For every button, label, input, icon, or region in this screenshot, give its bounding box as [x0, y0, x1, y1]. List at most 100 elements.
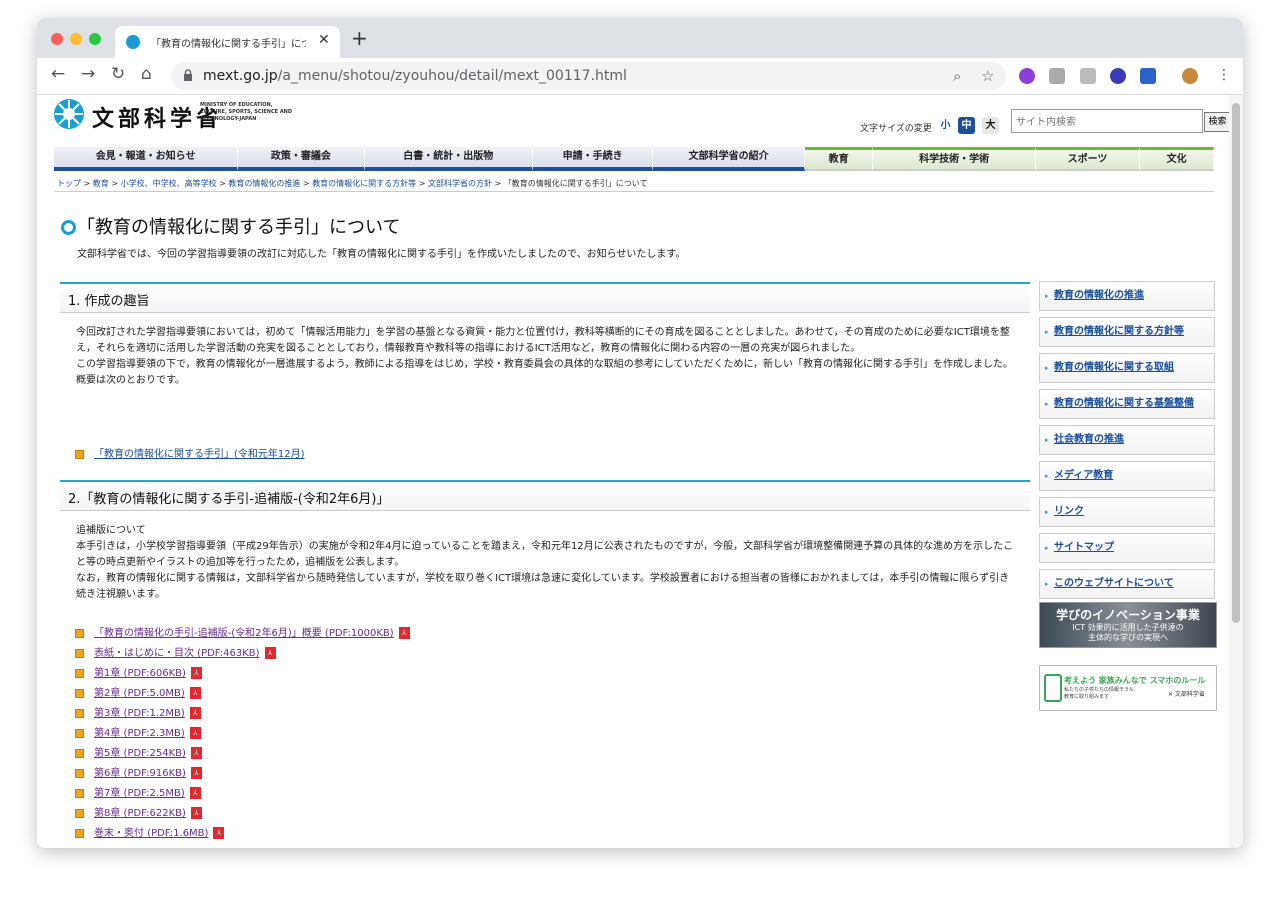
avatar[interactable]: [1182, 68, 1198, 84]
sidebar-item[interactable]: ▸ サイトマップ: [1039, 533, 1215, 563]
sidebar-link[interactable]: サイトマップ: [1054, 534, 1114, 562]
sidebar-link[interactable]: このウェブサイトについて: [1054, 570, 1174, 598]
bullet-icon: [75, 748, 84, 758]
maximize-window-button[interactable]: [89, 33, 101, 45]
search-button[interactable]: 検索: [1204, 112, 1231, 132]
font-size-large-button[interactable]: 大: [982, 117, 999, 134]
lock-icon: [184, 69, 192, 81]
pdf-icon: ⅄: [190, 747, 202, 759]
minimize-window-button[interactable]: [70, 33, 82, 45]
breadcrumb-link[interactable]: 教育の情報化に関する方針等: [312, 179, 416, 188]
bullet-icon: [75, 788, 84, 798]
tab-strip: 「教育の情報化に関する手引」について ✕ +: [37, 18, 1243, 58]
sidebar-item[interactable]: ▸ 教育の情報化に関する方針等: [1039, 317, 1215, 347]
sidebar-item[interactable]: ▸ メディア教育: [1039, 461, 1215, 491]
pdf-link[interactable]: 表紙・はじめに・目次 (PDF:463KB): [94, 648, 260, 659]
site-search-input[interactable]: [1012, 112, 1200, 133]
gnav-whitepaper[interactable]: 白書・統計・出版物: [364, 147, 533, 171]
scrollbar[interactable]: [1229, 95, 1243, 848]
pdf-icon: ⅄: [264, 647, 276, 659]
list-item: 第8章 (PDF:622KB) ⅄: [75, 804, 202, 819]
pdf-link[interactable]: 第4章 (PDF:2.3MB): [94, 728, 185, 739]
new-tab-button[interactable]: +: [351, 28, 368, 48]
gnav-press[interactable]: 会見・報道・お知らせ: [54, 147, 239, 171]
sidebar-item[interactable]: ▸ 社会教育の推進: [1039, 425, 1215, 455]
gnav-education[interactable]: 教育: [804, 147, 874, 171]
k-extension-icon[interactable]: [1110, 68, 1126, 84]
gnav-science[interactable]: 科学技術・学術: [873, 147, 1036, 171]
paragraph: 本手引きは，小学校学習指導要領（平成29年告示）の実施が令和2年4月に迫っている…: [76, 541, 1014, 568]
sidebar-item[interactable]: ▸ このウェブサイトについて: [1039, 569, 1215, 599]
tab-close-icon[interactable]: ✕: [318, 32, 330, 48]
address-bar[interactable]: mext.go.jp/a_menu/shotou/zyouhou/detail/…: [171, 62, 1006, 90]
sidebar-link[interactable]: 社会教育の推進: [1054, 426, 1124, 454]
sidebar-link[interactable]: 教育の情報化に関する基盤整備: [1054, 390, 1194, 418]
arrow-icon: ▸: [1045, 508, 1049, 516]
zoom-icon[interactable]: ⌕: [953, 67, 961, 85]
sidebar-item[interactable]: ▸ 教育の情報化の推進: [1039, 281, 1215, 311]
section2-body: 追補版について 本手引きは，小学校学習指導要領（平成29年告示）の実施が令和2年…: [76, 523, 1016, 603]
camera-icon[interactable]: [1080, 68, 1096, 84]
browser-window: 「教育の情報化に関する手引」について ✕ + ← → ↻ ⌂ mext.go.j…: [37, 18, 1243, 848]
home-icon[interactable]: ⌂: [141, 64, 152, 84]
breadcrumb-link[interactable]: 教育: [93, 179, 109, 188]
breadcrumb-link[interactable]: 小学校、中学校、高等学校: [121, 179, 217, 188]
sidebar-item[interactable]: ▸ リンク: [1039, 497, 1215, 527]
pdf-link[interactable]: 第7章 (PDF:2.5MB): [94, 788, 185, 799]
drive-icon[interactable]: [1049, 68, 1065, 84]
smartphone-rules-banner[interactable]: 考えよう 家族みんなで スマホのルール 私たちの子供たちの情報モラル教育に取り組…: [1039, 665, 1217, 711]
font-size-label: 文字サイズの変更: [860, 124, 932, 134]
pdf-link[interactable]: 「教育の情報化の手引-追補版-(令和2年6月)」概要 (PDF:1000KB): [94, 628, 394, 639]
bullet-icon: [75, 828, 84, 838]
paragraph: なお，教育の情報化に関する情報は，文部科学省から随時発信していますが，学校を取り…: [76, 573, 1010, 600]
gnav-culture[interactable]: 文化: [1140, 147, 1214, 171]
list-item: 第7章 (PDF:2.5MB) ⅄: [75, 784, 201, 799]
breadcrumb-link[interactable]: トップ: [57, 179, 81, 188]
pdf-link[interactable]: 第8章 (PDF:622KB): [94, 808, 186, 819]
pdf-link[interactable]: 第1章 (PDF:606KB): [94, 668, 186, 679]
bullet-icon: [75, 668, 84, 678]
arrow-icon: ▸: [1045, 364, 1049, 372]
profile-card-icon[interactable]: [1140, 68, 1156, 84]
section2-heading: 2.「教育の情報化に関する手引-追補版-(令和2年6月)」: [60, 480, 1030, 511]
pdf-link[interactable]: 第5章 (PDF:254KB): [94, 748, 186, 759]
list-item: 第5章 (PDF:254KB) ⅄: [75, 744, 202, 759]
sidebar-link[interactable]: メディア教育: [1054, 462, 1113, 490]
pdf-link[interactable]: 第3章 (PDF:1.2MB): [94, 708, 185, 719]
sidebar-link[interactable]: 教育の情報化に関する取組: [1054, 354, 1174, 382]
arrow-icon: ▸: [1045, 328, 1049, 336]
sidebar-item[interactable]: ▸ 教育の情報化に関する基盤整備: [1039, 389, 1215, 419]
browser-tab[interactable]: 「教育の情報化に関する手引」について ✕: [115, 26, 340, 58]
gnav-sports[interactable]: スポーツ: [1035, 147, 1141, 171]
gnav-about[interactable]: 文部科学省の紹介: [653, 147, 805, 171]
sidebar-link[interactable]: 教育の情報化の推進: [1054, 282, 1144, 310]
pdf-icon: ⅄: [189, 707, 201, 719]
font-size-small-button[interactable]: 小: [937, 117, 954, 134]
logo-english: MINISTRY OF EDUCATION, CULTURE, SPORTS, …: [200, 102, 293, 122]
sidebar-link[interactable]: リンク: [1054, 498, 1084, 526]
breadcrumb-link[interactable]: 文部科学省の方針: [428, 179, 492, 188]
back-arrow-icon[interactable]: ←: [51, 64, 65, 84]
pdf-link[interactable]: 第2章 (PDF:5.0MB): [94, 688, 185, 699]
tebiki-link[interactable]: 「教育の情報化に関する手引」(令和元年12月): [94, 449, 305, 460]
sidebar-link[interactable]: 教育の情報化に関する方針等: [1054, 318, 1184, 346]
bookmark-star-icon[interactable]: ☆: [981, 67, 994, 85]
sidebar-item[interactable]: ▸ 教育の情報化に関する取組: [1039, 353, 1215, 383]
font-size-medium-button[interactable]: 中: [958, 117, 975, 134]
pdf-icon: ⅄: [189, 787, 201, 799]
breadcrumb-link[interactable]: 教育の情報化の推進: [228, 179, 300, 188]
menu-kebab-icon[interactable]: ⋮: [1217, 67, 1231, 83]
arrow-icon: ▸: [1045, 544, 1049, 552]
gnav-policy[interactable]: 政策・審議会: [238, 147, 365, 171]
reload-icon[interactable]: ↻: [111, 64, 125, 84]
forward-arrow-icon[interactable]: →: [81, 64, 95, 84]
scrollbar-thumb[interactable]: [1232, 103, 1240, 623]
extension-icon[interactable]: [1019, 68, 1035, 84]
banner-title: 考えよう 家族みんなで スマホのルール: [1064, 676, 1206, 685]
pdf-link[interactable]: 第6章 (PDF:916KB): [94, 768, 186, 779]
gnav-application[interactable]: 申請・手続き: [532, 147, 654, 171]
innovation-banner[interactable]: 学びのイノベーション事業 ICT 効果的に活用した子供達の 主体的な学びの実現へ: [1039, 602, 1217, 648]
close-window-button[interactable]: [51, 33, 63, 45]
pdf-link[interactable]: 巻末・奥付 (PDF:1.6MB): [94, 828, 208, 839]
bullet-icon: [75, 449, 84, 459]
